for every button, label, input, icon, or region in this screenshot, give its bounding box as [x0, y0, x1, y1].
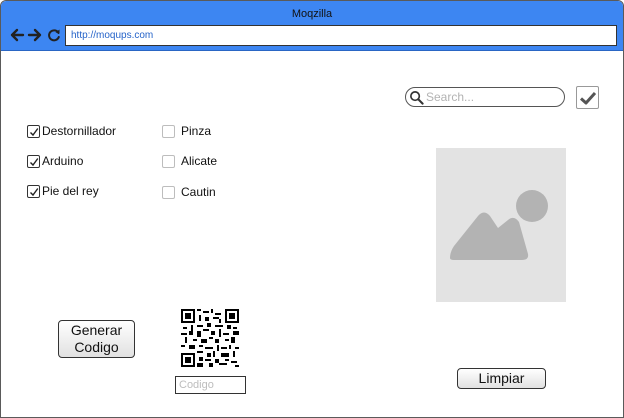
checkbox-box[interactable]: [162, 124, 175, 138]
checkbox-label: Destornillador: [42, 124, 117, 138]
checkbox-arduino[interactable]: Arduino: [27, 153, 83, 169]
checkmark-icon: [30, 127, 39, 136]
image-placeholder: [436, 148, 566, 302]
arrow-left-icon: [10, 28, 25, 42]
confirm-button[interactable]: [576, 86, 599, 109]
checkmark-icon: [30, 187, 39, 196]
address-bar[interactable]: http://moqups.com: [65, 25, 617, 46]
window-title: Moqzilla: [291, 8, 333, 20]
reload-button[interactable]: [46, 27, 62, 43]
checkmark-icon: [579, 91, 597, 105]
checkbox-destornillador[interactable]: Destornillador: [27, 123, 116, 139]
search-input[interactable]: [426, 90, 558, 104]
search-box[interactable]: [405, 87, 565, 107]
checkbox-label: Arduino: [42, 154, 84, 168]
search-icon: [410, 91, 424, 105]
clear-button[interactable]: Limpiar: [457, 368, 546, 389]
browser-window: Moqzilla http://moqups.com Search... Des…: [0, 0, 624, 418]
checkbox-label: Pie del rey: [42, 184, 99, 198]
image-icon: [450, 190, 548, 260]
checkbox-box[interactable]: [162, 154, 175, 168]
checkmark-icon: [30, 157, 39, 166]
checkbox-label: Cautin: [181, 185, 216, 199]
title-bar: Moqzilla http://moqups.com: [1, 1, 623, 51]
checkbox-alicate[interactable]: Alicate: [162, 153, 217, 169]
checkbox-box[interactable]: [27, 154, 40, 168]
qr-code-icon: [181, 309, 239, 367]
code-input[interactable]: [175, 376, 246, 394]
checkbox-pinza[interactable]: Pinza: [162, 123, 211, 139]
reload-icon: [48, 29, 60, 42]
generate-code-button[interactable]: Generar Codigo: [58, 320, 135, 358]
arrow-right-icon: [27, 28, 42, 42]
checkbox-cautin[interactable]: Cautin: [162, 184, 216, 200]
qr-code: [181, 309, 239, 367]
checkbox-box[interactable]: [27, 124, 40, 138]
checkbox-label: Alicate: [181, 154, 218, 168]
checkbox-pie-del-rey[interactable]: Pie del rey: [27, 183, 99, 199]
back-button[interactable]: [9, 27, 25, 43]
checkbox-box[interactable]: [162, 185, 175, 199]
checkbox-box[interactable]: [27, 184, 40, 198]
forward-button[interactable]: [27, 27, 43, 43]
checkbox-label: Pinza: [181, 124, 212, 138]
